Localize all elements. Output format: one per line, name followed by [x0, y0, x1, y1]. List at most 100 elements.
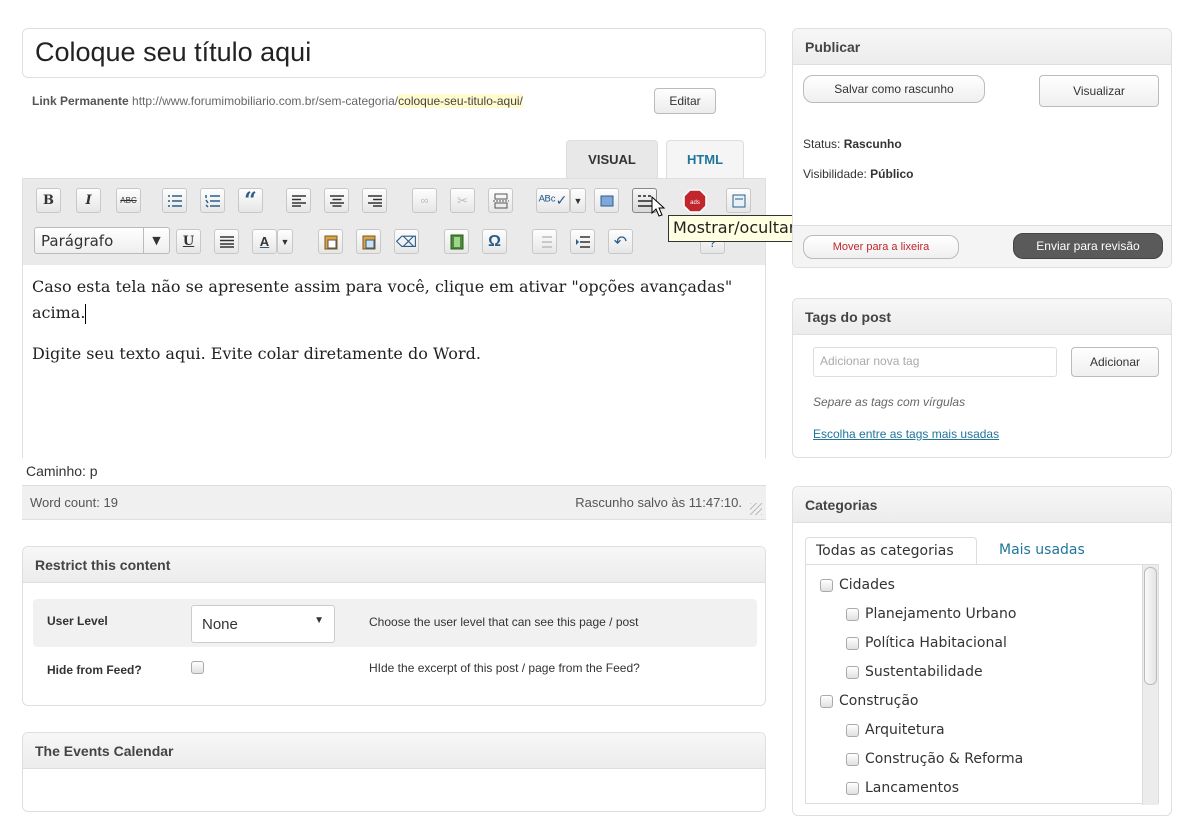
- mouse-cursor-icon: [651, 196, 666, 217]
- word-count: Word count: 19: [30, 495, 118, 510]
- blockquote-button[interactable]: “: [238, 188, 263, 214]
- category-checkbox[interactable]: [846, 781, 859, 795]
- category-item[interactable]: Planejamento Urbano: [846, 606, 1016, 622]
- tab-html[interactable]: HTML: [666, 140, 744, 178]
- text-color-icon[interactable]: A: [252, 229, 277, 254]
- tags-title: Tags do post: [793, 299, 1171, 335]
- spellcheck-icon[interactable]: ᴬᴮᶜ✓: [536, 188, 570, 213]
- publish-title: Publicar: [793, 29, 1171, 65]
- category-checkbox[interactable]: [846, 607, 859, 621]
- bold-button[interactable]: B: [36, 188, 61, 213]
- tab-popular-categories[interactable]: Mais usadas: [999, 542, 1085, 558]
- content-paragraph-2: Digite seu texto aqui. Evite colar diret…: [32, 344, 481, 363]
- underline-button[interactable]: U: [176, 229, 201, 254]
- align-center-icon[interactable]: [324, 188, 349, 213]
- align-left-icon[interactable]: [286, 188, 311, 213]
- format-select-value: Parágrafo: [41, 232, 114, 250]
- editor-path: Caminho: p: [22, 458, 766, 485]
- category-item[interactable]: Arquitetura: [846, 722, 945, 738]
- chevron-down-icon: ▼: [314, 615, 324, 626]
- outdent-icon[interactable]: [532, 229, 557, 254]
- tag-input[interactable]: Adicionar nova tag: [813, 347, 1057, 377]
- justify-icon[interactable]: [214, 229, 239, 254]
- publish-box: Publicar Salvar como rascunho Visualizar…: [792, 28, 1172, 268]
- visibility-label: Visibilidade:: [803, 167, 867, 181]
- category-item[interactable]: Sustentabilidade: [846, 664, 983, 680]
- categories-title: Categorias: [793, 487, 1171, 523]
- category-checkbox[interactable]: [846, 665, 859, 679]
- special-char-button[interactable]: Ω: [482, 229, 507, 254]
- trash-button[interactable]: Mover para a lixeira: [803, 235, 959, 259]
- hide-feed-help: HIde the excerpt of this post / page fro…: [369, 661, 640, 675]
- post-title-input[interactable]: Coloque seu título aqui: [22, 28, 766, 78]
- resize-handle[interactable]: [750, 503, 762, 515]
- permalink-label: Link Permanente: [32, 94, 129, 108]
- hide-feed-checkbox[interactable]: [191, 661, 204, 674]
- permalink-base: http://www.forumimobiliario.com.br/sem-c…: [132, 94, 399, 108]
- category-checkbox[interactable]: [820, 578, 833, 592]
- italic-button[interactable]: I: [76, 188, 101, 213]
- preview-button[interactable]: Visualizar: [1039, 75, 1159, 107]
- category-label: Sustentabilidade: [865, 664, 983, 680]
- category-item[interactable]: Política Habitacional: [846, 635, 1007, 651]
- category-label: Política Habitacional: [865, 635, 1007, 651]
- text-caret: [85, 303, 87, 324]
- edit-permalink-button[interactable]: Editar: [654, 88, 716, 114]
- user-level-select[interactable]: None ▼: [191, 605, 335, 643]
- user-level-value: None: [202, 616, 238, 633]
- chevron-down-icon[interactable]: ▼: [570, 188, 586, 213]
- fullscreen-icon[interactable]: [594, 188, 619, 213]
- visibility-line: Visibilidade: Público: [803, 167, 914, 181]
- categories-list: Cidades Planejamento Urbano Política Hab…: [805, 564, 1159, 805]
- category-label: Construção & Reforma: [865, 751, 1024, 767]
- category-checkbox[interactable]: [846, 723, 859, 737]
- undo-icon[interactable]: ↶: [608, 229, 633, 254]
- unlink-icon[interactable]: ✂: [450, 188, 475, 213]
- chevron-down-icon: ▼: [143, 228, 169, 253]
- user-level-label: User Level: [47, 614, 108, 628]
- permalink: Link Permanente http://www.forumimobilia…: [32, 94, 523, 108]
- media-icon[interactable]: [444, 229, 469, 254]
- permalink-slug: coloque-seu-titulo-aqui/: [398, 94, 523, 108]
- status-value: Rascunho: [843, 137, 902, 151]
- draft-saved-status: Rascunho salvo às 11:47:10.: [575, 495, 742, 510]
- bullet-list-icon[interactable]: [162, 188, 187, 213]
- category-item[interactable]: Construção: [820, 693, 918, 709]
- tab-all-categories[interactable]: Todas as categorias: [805, 537, 977, 565]
- status-label: Status:: [803, 137, 841, 151]
- choose-tags-link[interactable]: Escolha entre as tags mais usadas: [813, 427, 999, 441]
- category-item[interactable]: Cidades: [820, 577, 895, 593]
- category-checkbox[interactable]: [846, 752, 859, 766]
- editor-content[interactable]: Caso esta tela não se apresente assim pa…: [32, 274, 752, 382]
- scrollbar[interactable]: [1142, 565, 1158, 805]
- numbered-list-icon[interactable]: [200, 188, 225, 213]
- scrollbar-thumb[interactable]: [1144, 567, 1157, 685]
- strikethrough-button[interactable]: ABC: [116, 188, 141, 213]
- stop-sign-icon[interactable]: ads: [682, 188, 707, 213]
- insert-form-icon[interactable]: [726, 188, 751, 213]
- events-calendar-box: The Events Calendar: [22, 732, 766, 812]
- paste-word-icon[interactable]: [356, 229, 381, 254]
- format-select[interactable]: Parágrafo ▼: [34, 227, 170, 254]
- category-label: Construção: [839, 693, 919, 709]
- align-right-icon[interactable]: [362, 188, 387, 213]
- category-checkbox[interactable]: [820, 694, 833, 708]
- category-checkbox[interactable]: [846, 636, 859, 650]
- indent-icon[interactable]: [570, 229, 595, 254]
- user-level-help: Choose the user level that can see this …: [369, 615, 639, 629]
- events-calendar-title: The Events Calendar: [23, 733, 765, 769]
- restrict-content-title: Restrict this content: [23, 547, 765, 583]
- eraser-icon[interactable]: ⌫: [394, 229, 419, 254]
- categories-box: Categorias Todas as categorias Mais usad…: [792, 486, 1172, 816]
- save-draft-button[interactable]: Salvar como rascunho: [803, 75, 985, 103]
- category-label: Arquitetura: [865, 722, 945, 738]
- category-item[interactable]: Construção & Reforma: [846, 751, 1023, 767]
- paste-text-icon[interactable]: [318, 229, 343, 254]
- content-paragraph-1: Caso esta tela não se apresente assim pa…: [32, 277, 733, 322]
- add-tag-button[interactable]: Adicionar: [1071, 347, 1159, 377]
- more-tag-icon[interactable]: [488, 188, 513, 213]
- link-icon[interactable]: ∞: [412, 188, 437, 213]
- chevron-down-icon[interactable]: ▼: [277, 229, 293, 254]
- submit-review-button[interactable]: Enviar para revisão: [1013, 233, 1163, 259]
- tab-visual[interactable]: VISUAL: [566, 140, 658, 178]
